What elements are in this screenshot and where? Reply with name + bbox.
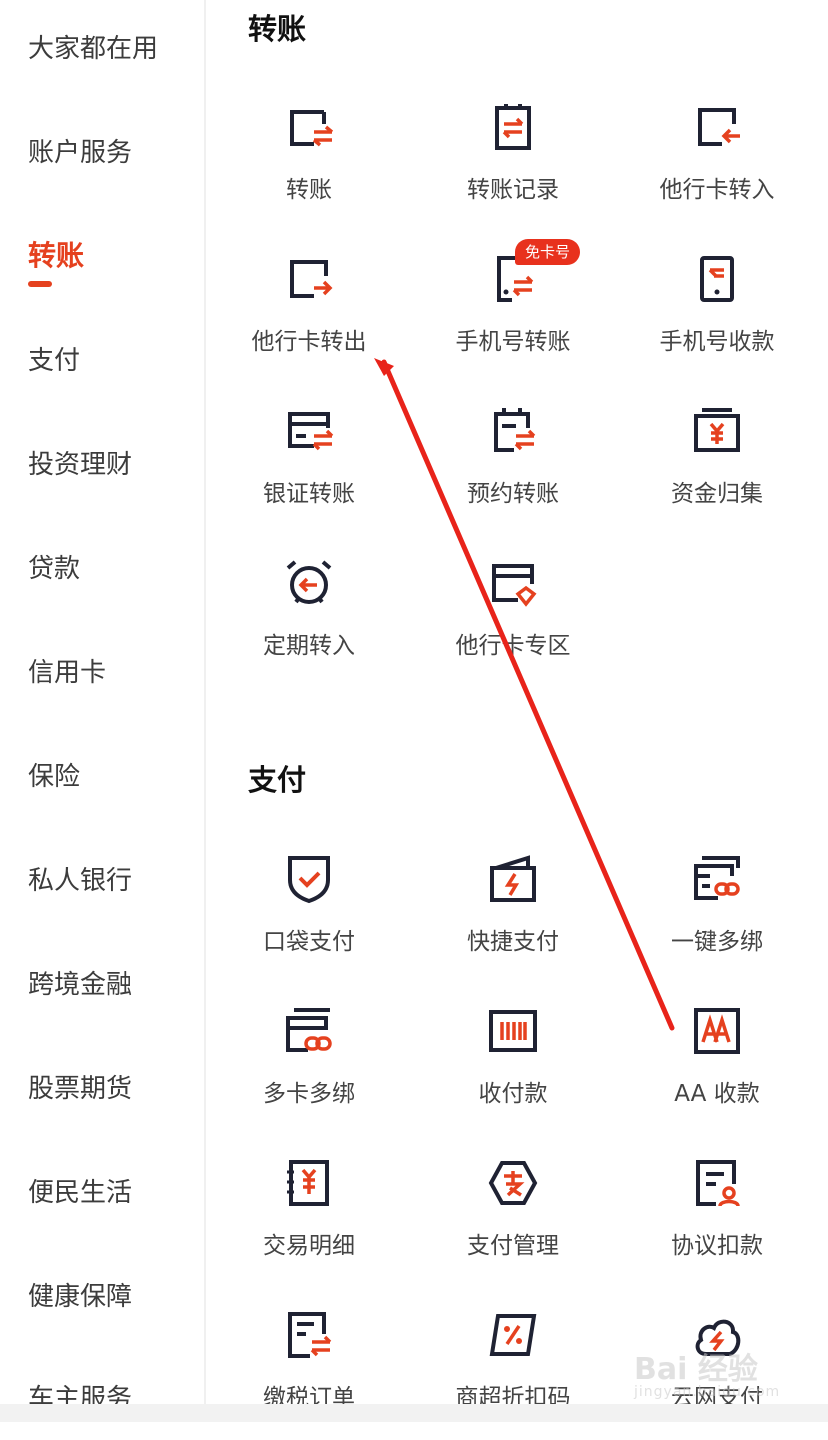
tile-agreement-debit[interactable]: 协议扣款 [615, 1158, 819, 1288]
tile-label: 他行卡转入 [659, 177, 775, 203]
tile-label: 资金归集 [671, 481, 763, 507]
tile-receive-pay[interactable]: 收付款 [411, 1006, 615, 1136]
tile-label: 转账记录 [467, 177, 559, 203]
transfer-record-icon [495, 104, 531, 150]
tile-label: 他行卡专区 [455, 633, 571, 659]
fund-collection-icon [694, 408, 740, 452]
sidebar-item-cross-border[interactable]: 跨境金融 [28, 964, 132, 1001]
tile-fixed-deposit-in[interactable]: 定期转入 [207, 558, 411, 688]
baidu-watermark: Bai 经验 jingyan.baidu.com [634, 1344, 780, 1400]
tile-transfer[interactable]: 转账 [207, 102, 411, 232]
yuan-book-icon [287, 1160, 329, 1206]
card-zone-icon [492, 564, 537, 607]
tax-order-icon [288, 1312, 332, 1358]
card-transfer-icon [290, 110, 334, 147]
tile-label: 预约转账 [467, 481, 559, 507]
tile-label: 多卡多绑 [263, 1081, 355, 1107]
multi-card-link-icon [286, 1008, 332, 1052]
tile-scheduled-transfer[interactable]: 预约转账 [411, 406, 615, 536]
sidebar-item-transfer[interactable]: 转账 [28, 234, 84, 274]
hexagon-pay-icon [488, 1161, 538, 1205]
bottom-bar [0, 1404, 828, 1422]
no-card-number-badge: 免卡号 [515, 239, 581, 265]
tile-label: 手机号转账 [455, 329, 571, 355]
tile-card-zone[interactable]: 他行卡专区 [411, 558, 615, 688]
tile-quick-pay[interactable]: 快捷支付 [411, 854, 615, 984]
tile-label: 一键多绑 [671, 929, 763, 955]
tile-pocket-pay[interactable]: 口袋支付 [207, 854, 411, 984]
tile-transaction-details[interactable]: 交易明细 [207, 1158, 411, 1288]
scheduled-transfer-icon [494, 408, 536, 452]
sidebar-item-payment[interactable]: 支付 [28, 340, 80, 377]
tile-securities-transfer[interactable]: 银证转账 [207, 406, 411, 536]
tile-phone-receive[interactable]: 手机号收款 [615, 254, 819, 384]
sidebar-item-private-banking[interactable]: 私人银行 [28, 860, 132, 897]
card-in-icon [698, 108, 740, 146]
tile-transfer-record[interactable]: 转账记录 [411, 102, 615, 232]
tile-card-in[interactable]: 他行卡转入 [615, 102, 819, 232]
securities-transfer-icon [288, 412, 334, 451]
tile-label: 快捷支付 [467, 929, 559, 955]
tile-label: 口袋支付 [263, 929, 355, 955]
sidebar-item-investment[interactable]: 投资理财 [28, 444, 132, 481]
category-sidebar: 大家都在用 账户服务 转账 支付 投资理财 贷款 信用卡 保险 私人银行 跨境金… [0, 0, 206, 1422]
tile-multi-card-bind[interactable]: 多卡多绑 [207, 1006, 411, 1136]
tile-label: 银证转账 [263, 481, 355, 507]
discount-code-icon [489, 1314, 537, 1356]
sidebar-item-loans[interactable]: 贷款 [28, 548, 80, 585]
wallet-bolt-icon [490, 855, 536, 902]
card-out-icon [290, 260, 333, 298]
document-person-icon [696, 1160, 740, 1207]
card-link-icon [694, 856, 740, 900]
alarm-clock-icon [286, 560, 332, 604]
watermark-url: jingyan.baidu.com [634, 1384, 781, 1400]
watermark-brand: Bai 经验 [634, 1352, 758, 1387]
tile-payment-management[interactable]: 支付管理 [411, 1158, 615, 1288]
tile-fund-collection[interactable]: 资金归集 [615, 406, 819, 536]
tile-aa-receive[interactable]: AA 收款 [615, 1006, 819, 1136]
tile-phone-transfer[interactable]: 手机号转账 [411, 254, 615, 384]
sidebar-item-credit-card[interactable]: 信用卡 [28, 652, 106, 689]
tile-label: 他行卡转出 [251, 329, 367, 355]
sidebar-item-frequent[interactable]: 大家都在用 [28, 28, 158, 65]
tile-label: 协议扣款 [671, 1233, 763, 1259]
shield-check-icon [288, 856, 330, 904]
tile-label: AA 收款 [674, 1081, 760, 1107]
tile-one-click-bind[interactable]: 一键多绑 [615, 854, 819, 984]
section-title-transfer: 转账 [248, 12, 307, 46]
barcode-icon [489, 1010, 537, 1052]
section-title-payment: 支付 [248, 763, 307, 797]
tile-card-out[interactable]: 他行卡转出 [207, 254, 411, 384]
tile-label: 转账 [286, 177, 332, 203]
aa-icon [694, 1008, 740, 1054]
sidebar-item-health[interactable]: 健康保障 [28, 1276, 132, 1313]
tile-label: 支付管理 [467, 1233, 559, 1259]
sidebar-item-account-services[interactable]: 账户服务 [28, 132, 132, 169]
tile-label: 交易明细 [263, 1233, 355, 1259]
sidebar-item-daily-life[interactable]: 便民生活 [28, 1172, 132, 1209]
phone-receive-icon [700, 256, 734, 302]
tile-label: 手机号收款 [659, 329, 775, 355]
active-indicator [28, 281, 52, 287]
sidebar-item-insurance[interactable]: 保险 [28, 756, 80, 793]
tile-label: 收付款 [478, 1081, 548, 1107]
tile-label: 定期转入 [263, 633, 355, 659]
sidebar-item-stocks-futures[interactable]: 股票期货 [28, 1068, 132, 1105]
